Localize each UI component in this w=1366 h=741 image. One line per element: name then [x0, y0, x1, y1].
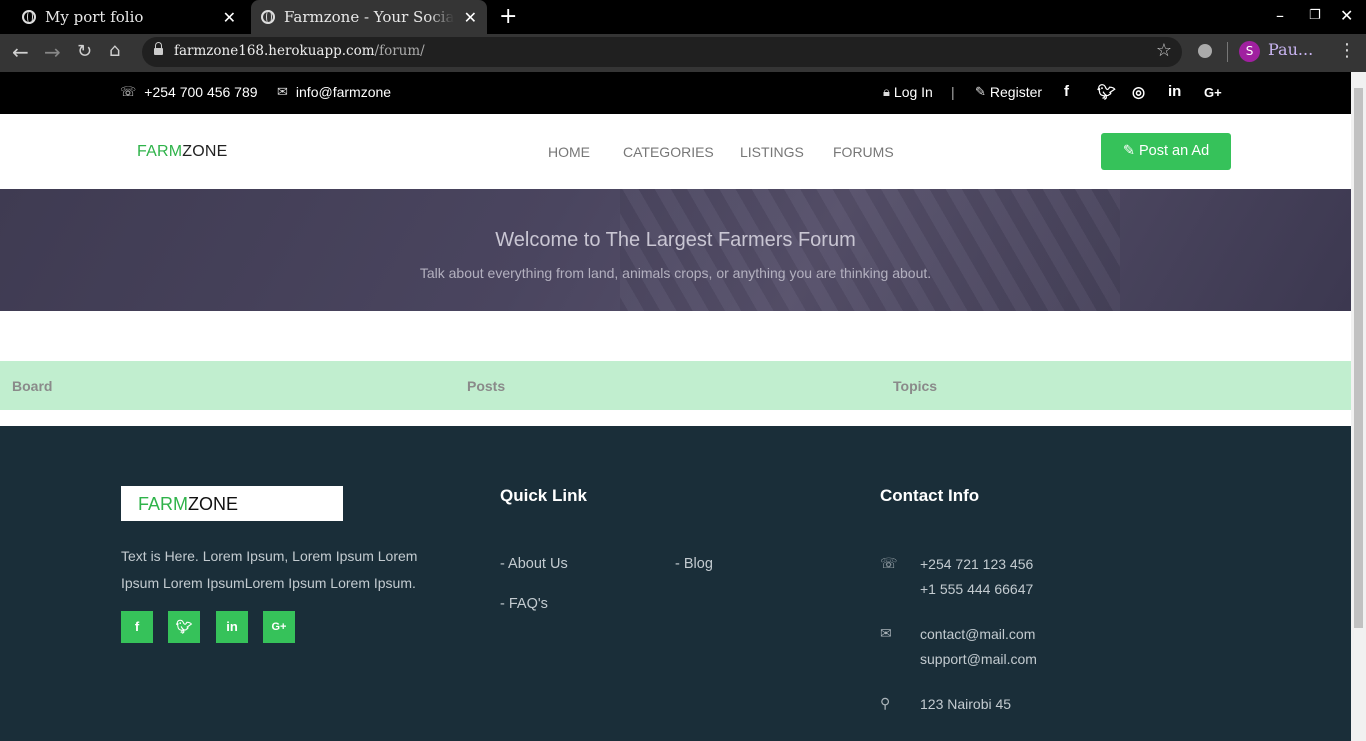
globe-icon [22, 10, 36, 24]
register-link[interactable]: ✎ Register [975, 84, 1042, 100]
address-bar[interactable]: farmzone168.herokuapp.com/forum/ ☆ [142, 37, 1182, 67]
topbar-separator: | [951, 84, 955, 100]
forward-icon[interactable]: → [44, 40, 61, 64]
browser-menu-icon[interactable]: ⋮ [1338, 40, 1356, 61]
browser-tab-farmzone[interactable]: Farmzone - Your Social Media ✕ [251, 0, 487, 34]
phone-icon: ☏ [120, 84, 137, 99]
tab-title: Farmzone - Your Social Media [284, 8, 454, 26]
linkedin-icon[interactable]: in [1168, 83, 1181, 100]
pencil-icon: ✎ [975, 84, 986, 99]
browser-toolbar: ← → ↻ ⌂ farmzone168.herokuapp.com/forum/… [0, 34, 1366, 72]
footer-link-about[interactable]: - About Us [500, 556, 568, 572]
google-plus-icon[interactable]: G+ [1204, 85, 1222, 100]
hero-subtitle: Talk about everything from land, animals… [419, 265, 932, 281]
contact-phones: +254 721 123 456 +1 555 444 66647 [920, 556, 1034, 597]
quick-link-heading: Quick Link [500, 486, 587, 505]
url-text: farmzone168.herokuapp.com/forum/ [174, 43, 425, 59]
browser-tabstrip: My port folio ✕ Farmzone - Your Social M… [0, 0, 1366, 34]
footer-linkedin-icon[interactable]: in [216, 611, 248, 643]
bookmark-star-icon[interactable]: ☆ [1156, 40, 1172, 61]
new-tab-icon[interactable]: + [499, 4, 517, 29]
footer-link-blog[interactable]: - Blog [675, 556, 713, 572]
back-icon[interactable]: ← [12, 40, 29, 64]
nav-home[interactable]: HOME [548, 144, 590, 160]
footer-link-faq[interactable]: - FAQ's [500, 596, 548, 612]
twitter-icon[interactable]: 🐦︎ [1097, 83, 1116, 101]
contact-info-heading: Contact Info [880, 486, 980, 505]
toolbar-divider [1227, 42, 1228, 62]
facebook-icon[interactable]: f [1064, 83, 1069, 100]
lock-icon: 🔒︎ [883, 84, 890, 99]
footer-logo[interactable]: FARMZONE [121, 486, 343, 521]
page-scrollbar[interactable] [1351, 72, 1366, 741]
page-viewport: ☏ +254 700 456 789 ✉ info@farmzone 🔒︎ Lo… [0, 72, 1351, 741]
footer-twitter-icon[interactable]: 🐦︎ [168, 611, 200, 643]
column-header-posts: Posts [467, 378, 506, 394]
board-table-header: Board Posts Topics [0, 361, 1351, 410]
browser-tab-portfolio[interactable]: My port folio ✕ [0, 0, 246, 34]
post-ad-button[interactable]: ✎ Post an Ad [1101, 133, 1231, 170]
scrollbar-thumb[interactable] [1354, 88, 1363, 628]
tab-title: My port folio [45, 8, 144, 26]
profile-avatar[interactable]: S [1239, 41, 1260, 62]
restore-icon[interactable]: ❐ [1309, 8, 1321, 23]
footer-facebook-icon[interactable]: f [121, 611, 153, 643]
top-contact-bar: ☏ +254 700 456 789 ✉ info@farmzone 🔒︎ Lo… [0, 72, 1351, 114]
lock-icon [154, 42, 163, 57]
reload-icon[interactable]: ↻ [77, 41, 92, 62]
topbar-phone: ☏ +254 700 456 789 [120, 84, 258, 100]
edit-icon: ✎ [1122, 143, 1135, 159]
nav-listings[interactable]: LISTINGS [740, 144, 804, 160]
column-header-topics: Topics [893, 378, 938, 394]
nav-categories[interactable]: CATEGORIES [623, 144, 714, 160]
profile-name[interactable]: Pau... [1268, 40, 1313, 59]
contact-address: 123 Nairobi 45 [920, 696, 1012, 712]
footer-about-text: Text is Here. Lorem Ipsum, Lorem Ipsum L… [121, 548, 418, 591]
download-icon[interactable] [1198, 44, 1212, 58]
envelope-icon: ✉ [277, 84, 288, 99]
nav-forums[interactable]: FORUMS [833, 144, 894, 160]
close-tab-icon[interactable]: ✕ [223, 8, 236, 27]
forum-hero-banner: Welcome to The Largest Farmers Forum Tal… [0, 189, 1351, 311]
home-icon[interactable]: ⌂ [109, 40, 120, 61]
envelope-icon: ✉ [880, 625, 892, 641]
site-logo[interactable]: FARMZONE [137, 143, 228, 161]
window-close-icon[interactable]: ✕ [1340, 6, 1353, 25]
phone-icon: ☏ [880, 555, 898, 571]
contact-emails: contact@mail.com support@mail.com [920, 626, 1037, 667]
instagram-icon[interactable]: ◎ [1132, 83, 1145, 101]
column-header-board: Board [12, 378, 53, 394]
site-header: FARMZONE HOME CATEGORIES LISTINGS FORUMS… [0, 114, 1351, 189]
globe-icon [261, 10, 275, 24]
footer-google-plus-icon[interactable]: G+ [263, 611, 295, 643]
login-link[interactable]: 🔒︎ Log In [883, 84, 933, 100]
minimize-icon[interactable]: – [1276, 6, 1284, 25]
topbar-email[interactable]: ✉ info@farmzone [277, 84, 391, 100]
map-pin-icon: ⚲ [880, 695, 891, 711]
hero-title: Welcome to The Largest Farmers Forum [495, 229, 856, 251]
close-tab-icon[interactable]: ✕ [464, 8, 477, 27]
site-footer: FARMZONE Text is Here. Lorem Ipsum, Lore… [0, 426, 1351, 741]
